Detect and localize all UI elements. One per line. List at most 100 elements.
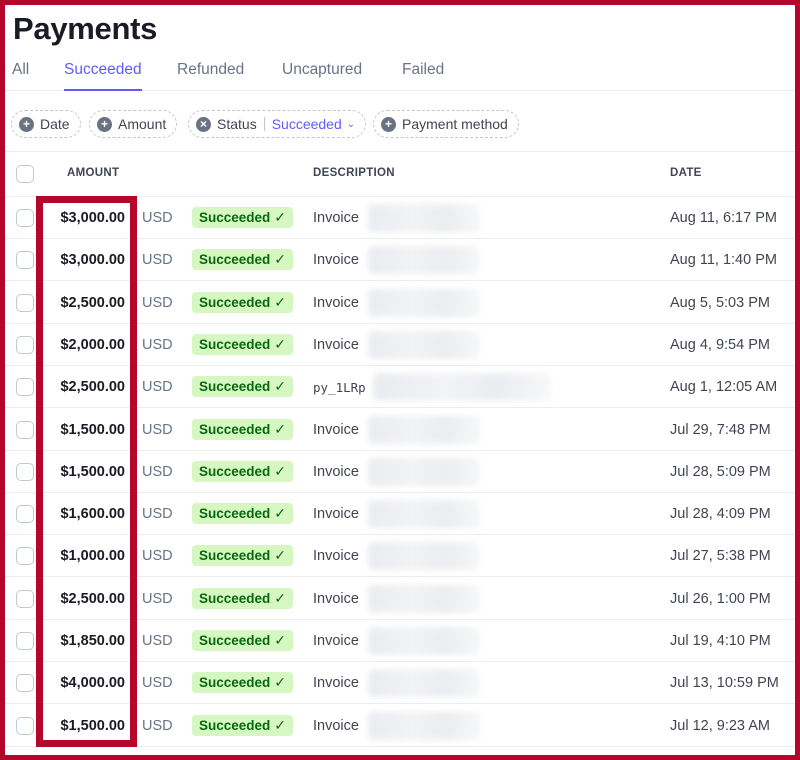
tab-failed[interactable]: Failed (402, 61, 444, 91)
table-row[interactable]: $3,000.00 USD Succeeded ✓ Invoice Aug 11, 6:1… (5, 197, 795, 239)
payment-amount: $3,000.00 (60, 252, 125, 269)
check-icon: ✓ (274, 209, 287, 225)
payment-currency: USD (142, 675, 173, 692)
redacted-text (368, 246, 480, 275)
redacted-text (368, 669, 480, 698)
status-badge-label: Succeeded (199, 590, 271, 606)
tab-succeeded[interactable]: Succeeded (64, 61, 142, 91)
status-badge-label: Succeeded (199, 421, 271, 437)
status-badge: Succeeded ✓ (192, 672, 294, 694)
payment-description: Invoice (313, 336, 359, 353)
filter-payment-method[interactable]: + Payment method (373, 110, 519, 138)
payment-currency: USD (142, 633, 173, 649)
row-checkbox[interactable] (16, 293, 34, 312)
row-checkbox[interactable] (16, 589, 34, 608)
payment-description: Invoice (313, 421, 359, 438)
check-icon: ✓ (274, 335, 287, 352)
row-checkbox[interactable] (16, 335, 34, 354)
payment-currency: USD (142, 336, 173, 353)
check-icon: ✓ (274, 632, 287, 648)
table-row[interactable]: $2,500.00 USD Succeeded ✓ py_1LRp Aug 1, 12:0… (5, 366, 795, 409)
payment-date: Jul 28, 4:09 PM (670, 506, 771, 523)
tab-refunded[interactable]: Refunded (177, 61, 244, 91)
row-checkbox[interactable] (16, 505, 34, 524)
tab-all[interactable]: All (12, 61, 29, 91)
check-icon: ✓ (274, 378, 287, 395)
payment-date: Jul 27, 5:38 PM (670, 548, 771, 565)
table-row[interactable]: $1,000.00 USD Succeeded ✓ Invoice Jul 27, 5:3… (5, 535, 795, 578)
payment-currency: USD (142, 379, 173, 396)
payment-date: Jul 12, 9:23 AM (670, 717, 770, 734)
row-checkbox[interactable] (16, 462, 34, 481)
payment-date: Jul 26, 1:00 PM (670, 590, 771, 607)
column-header-description[interactable]: DESCRIPTION (313, 167, 395, 179)
status-badge-label: Succeeded (199, 463, 271, 479)
plus-circle-icon: + (97, 116, 112, 132)
payment-currency: USD (142, 252, 173, 269)
row-checkbox[interactable] (16, 716, 34, 735)
redacted-text (373, 373, 551, 402)
close-circle-icon[interactable]: × (196, 116, 211, 132)
filter-date[interactable]: + Date (11, 110, 81, 138)
redacted-text (368, 204, 480, 232)
row-checkbox[interactable] (16, 251, 34, 270)
filter-status[interactable]: × Status Succeeded ⌄ (188, 110, 367, 138)
chevron-down-icon: ⌄ (346, 118, 356, 130)
table-row[interactable]: $3,000.00 USD Succeeded ✓ Invoice Aug 11, 1:4… (5, 239, 795, 282)
payment-description: Invoice (313, 675, 359, 692)
payment-description: Invoice (313, 717, 359, 734)
payment-amount: $4,000.00 (60, 675, 125, 692)
status-badge-label: Succeeded (199, 252, 271, 268)
status-badge-label: Succeeded (199, 633, 271, 648)
redacted-text (368, 584, 480, 613)
tab-uncaptured[interactable]: Uncaptured (282, 61, 362, 91)
payment-amount: $2,000.00 (60, 336, 125, 353)
row-checkbox[interactable] (16, 674, 34, 693)
status-badge-label: Succeeded (199, 336, 271, 352)
redacted-text (368, 711, 480, 740)
redacted-text (368, 542, 480, 571)
table-row[interactable]: $1,500.00 USD Succeeded ✓ Invoice Jul 12, 9:2… (5, 705, 795, 747)
table-row[interactable]: $1,600.00 USD Succeeded ✓ Invoice Jul 28, 4:0… (5, 493, 795, 536)
table-row[interactable]: $2,000.00 USD Succeeded ✓ Invoice Aug 4, 9:54… (5, 324, 795, 366)
status-badge: Succeeded ✓ (192, 376, 294, 398)
payment-currency: USD (142, 548, 173, 565)
table-row[interactable]: $2,500.00 USD Succeeded ✓ Invoice Aug 5, 5:03… (5, 282, 795, 324)
status-badge-label: Succeeded (199, 675, 271, 691)
filter-status-value: Succeeded (271, 116, 342, 132)
table-row[interactable]: $1,500.00 USD Succeeded ✓ Invoice Jul 29, 7:4… (5, 409, 795, 451)
payment-currency: USD (142, 717, 173, 734)
payment-description: py_1LRp (313, 380, 366, 396)
payment-description: Invoice (313, 210, 359, 226)
status-badge: Succeeded ✓ (192, 460, 294, 482)
row-checkbox[interactable] (16, 209, 34, 227)
status-badge: Succeeded ✓ (192, 207, 294, 228)
column-header-date[interactable]: DATE (670, 167, 702, 179)
status-badge: Succeeded ✓ (192, 333, 294, 355)
status-tabs: All Succeeded Refunded Uncaptured Failed (5, 57, 795, 91)
select-all-checkbox[interactable] (16, 165, 34, 183)
row-checkbox[interactable] (16, 632, 34, 650)
payment-date: Jul 29, 7:48 PM (670, 421, 771, 438)
check-icon: ✓ (274, 547, 287, 564)
table-row[interactable]: $1,850.00 USD Succeeded ✓ Invoice Jul 19, 4:1… (5, 620, 795, 662)
column-header-amount[interactable]: AMOUNT (67, 167, 119, 179)
status-badge-label: Succeeded (199, 717, 271, 733)
row-checkbox[interactable] (16, 420, 34, 439)
row-checkbox[interactable] (16, 378, 34, 397)
payment-date: Aug 5, 5:03 PM (670, 294, 770, 311)
page-title: Payments (13, 11, 158, 46)
filter-separator (263, 117, 265, 131)
payment-amount: $2,500.00 (60, 294, 125, 311)
redacted-text (368, 415, 480, 444)
payment-description: Invoice (313, 548, 359, 565)
table-row[interactable]: $1,500.00 USD Succeeded ✓ Invoice Jul 28, 5:0… (5, 451, 795, 493)
payment-currency: USD (142, 506, 173, 523)
payments-page: Payments All Succeeded Refunded Uncaptur… (5, 5, 795, 755)
table-row[interactable]: $4,000.00 USD Succeeded ✓ Invoice Jul 13, 10:… (5, 662, 795, 705)
status-badge: Succeeded ✓ (192, 418, 294, 440)
filter-amount[interactable]: + Amount (89, 110, 178, 138)
row-checkbox[interactable] (16, 547, 34, 566)
table-row[interactable]: $2,500.00 USD Succeeded ✓ Invoice Jul 26, 1:0… (5, 578, 795, 620)
check-icon: ✓ (274, 251, 287, 268)
